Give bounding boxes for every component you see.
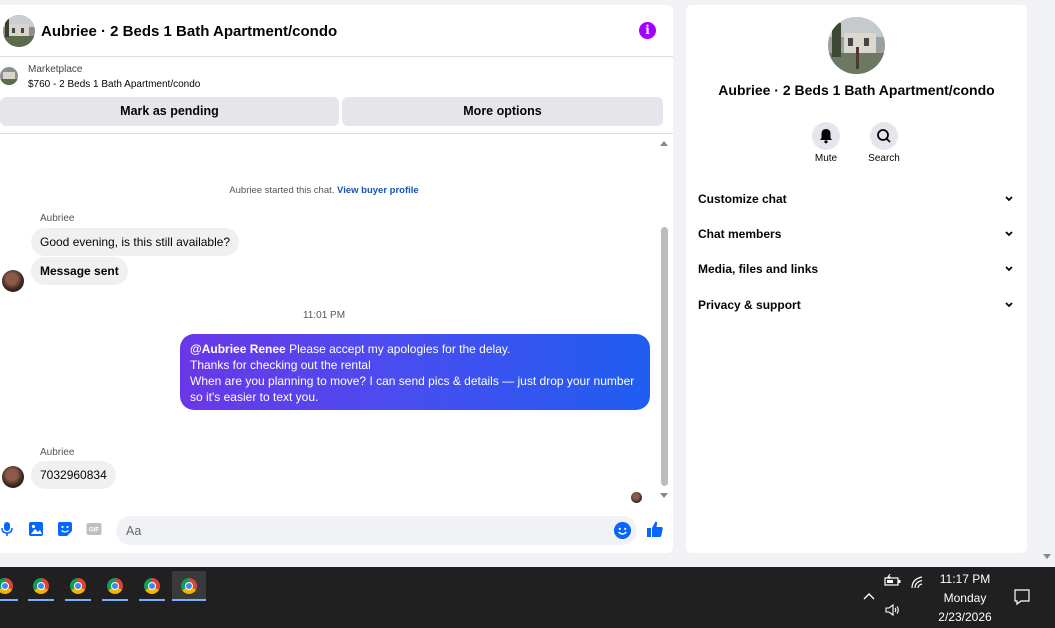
profile-picture[interactable] xyxy=(828,17,885,74)
gif-icon[interactable]: GIF xyxy=(86,521,102,537)
search-label: Search xyxy=(868,153,900,164)
message-sender: Aubriee xyxy=(40,447,75,458)
page-scroll-down-arrow[interactable] xyxy=(1043,554,1051,559)
chevron-down-icon xyxy=(1005,196,1013,202)
mark-as-pending-button[interactable]: Mark as pending xyxy=(0,97,339,126)
more-options-button[interactable]: More options xyxy=(342,97,663,126)
running-indicator xyxy=(65,599,91,601)
bell-icon xyxy=(820,129,832,144)
chat-info-panel: Aubriee · 2 Beds 1 Bath Apartment/condo … xyxy=(686,5,1027,553)
volume-icon[interactable] xyxy=(884,603,902,617)
running-indicator xyxy=(28,599,54,601)
incoming-message[interactable]: 7032960834 xyxy=(31,461,116,489)
network-icon[interactable] xyxy=(910,575,926,589)
chevron-down-icon xyxy=(1005,302,1013,308)
message-line: Please accept my apologies for the delay… xyxy=(289,342,511,356)
composer: GIF xyxy=(0,513,673,553)
taskbar-chrome-window[interactable] xyxy=(24,571,58,601)
chat-started-notice: Aubriee started this chat. View buyer pr… xyxy=(0,185,648,196)
incoming-message[interactable]: Good evening, is this still available? xyxy=(31,228,240,256)
search-icon xyxy=(877,129,891,143)
section-label: Media, files and links xyxy=(698,262,819,276)
scrollbar-thumb[interactable] xyxy=(661,227,668,486)
scroll-up-arrow[interactable] xyxy=(660,141,668,146)
chrome-icon xyxy=(70,578,86,594)
taskbar-chrome-window[interactable] xyxy=(0,571,22,601)
taskbar-chrome-window[interactable] xyxy=(61,571,95,601)
running-indicator xyxy=(172,599,206,601)
running-indicator xyxy=(102,599,128,601)
message-line: When are you planning to move? I can sen… xyxy=(190,374,635,388)
section-label: Customize chat xyxy=(698,192,787,206)
section-chat-members[interactable]: Chat members xyxy=(698,222,1014,246)
divider xyxy=(0,133,673,134)
emoji-icon[interactable] xyxy=(614,522,631,539)
sticker-icon[interactable] xyxy=(57,521,73,537)
section-label: Chat members xyxy=(698,227,782,241)
taskbar-chrome-window[interactable] xyxy=(135,571,169,601)
info-icon[interactable]: i xyxy=(639,22,656,39)
listing-banner[interactable]: Marketplace $760 - 2 Beds 1 Bath Apartme… xyxy=(0,62,673,96)
svg-text:GIF: GIF xyxy=(89,527,100,534)
mute-button[interactable] xyxy=(812,122,840,150)
chrome-icon xyxy=(107,578,123,594)
chat-title: Aubriee · 2 Beds 1 Bath Apartment/condo xyxy=(41,23,338,40)
section-privacy-support[interactable]: Privacy & support xyxy=(698,293,1014,317)
incoming-message[interactable]: Message sent xyxy=(31,257,128,285)
message-line: Thanks for checking out the rental xyxy=(190,358,371,372)
running-indicator xyxy=(0,599,18,601)
clock-day[interactable]: Monday xyxy=(930,591,1000,605)
chrome-icon xyxy=(0,578,13,594)
message-line: so it's easier to text you. xyxy=(190,390,319,404)
view-buyer-profile-link[interactable]: View buyer profile xyxy=(337,185,419,196)
section-customize-chat[interactable]: Customize chat xyxy=(698,187,1014,211)
battery-icon[interactable] xyxy=(884,574,902,588)
chevron-down-icon xyxy=(1005,266,1013,272)
notifications-icon[interactable] xyxy=(1013,588,1031,606)
taskbar-chrome-window[interactable] xyxy=(98,571,132,601)
listing-price: $760 - 2 Beds 1 Bath Apartment/condo xyxy=(28,79,201,90)
chat-avatar[interactable] xyxy=(3,15,35,47)
taskbar: 11:17 PM Monday 2/23/2026 xyxy=(0,567,1055,628)
listing-source: Marketplace xyxy=(28,64,83,75)
clock-date[interactable]: 2/23/2026 xyxy=(930,610,1000,624)
clock-time[interactable]: 11:17 PM xyxy=(930,572,1000,586)
listing-thumbnail xyxy=(0,67,18,85)
running-indicator xyxy=(139,599,165,601)
chrome-icon xyxy=(181,578,197,594)
outgoing-message[interactable]: @Aubriee Renee Please accept my apologie… xyxy=(180,334,650,410)
section-media-files-links[interactable]: Media, files and links xyxy=(698,257,1014,281)
message-sender: Aubriee xyxy=(40,213,75,224)
microphone-icon[interactable] xyxy=(0,521,16,537)
message-timestamp: 11:01 PM xyxy=(302,310,346,321)
message-input[interactable] xyxy=(116,516,637,545)
taskbar-chrome-window-active[interactable] xyxy=(172,571,206,601)
photo-icon[interactable] xyxy=(28,521,44,537)
sender-avatar[interactable] xyxy=(2,270,24,292)
mute-label: Mute xyxy=(814,153,838,164)
show-hidden-icons-chevron-icon[interactable] xyxy=(862,589,876,603)
scroll-down-arrow[interactable] xyxy=(660,493,668,498)
chevron-down-icon xyxy=(1005,231,1013,237)
chat-panel: Aubriee · 2 Beds 1 Bath Apartment/condo … xyxy=(0,5,673,553)
search-button[interactable] xyxy=(870,122,898,150)
chrome-icon xyxy=(33,578,49,594)
sender-avatar[interactable] xyxy=(2,466,24,488)
seen-indicator-avatar xyxy=(631,492,642,503)
chat-name: Aubriee · 2 Beds 1 Bath Apartment/condo xyxy=(718,82,995,98)
chrome-icon xyxy=(144,578,160,594)
system-text: Aubriee started this chat. xyxy=(229,185,335,196)
chat-header: Aubriee · 2 Beds 1 Bath Apartment/condo … xyxy=(0,5,673,57)
mention[interactable]: @Aubriee Renee xyxy=(190,342,286,356)
thumbs-up-icon[interactable] xyxy=(646,520,664,538)
section-label: Privacy & support xyxy=(698,298,801,312)
